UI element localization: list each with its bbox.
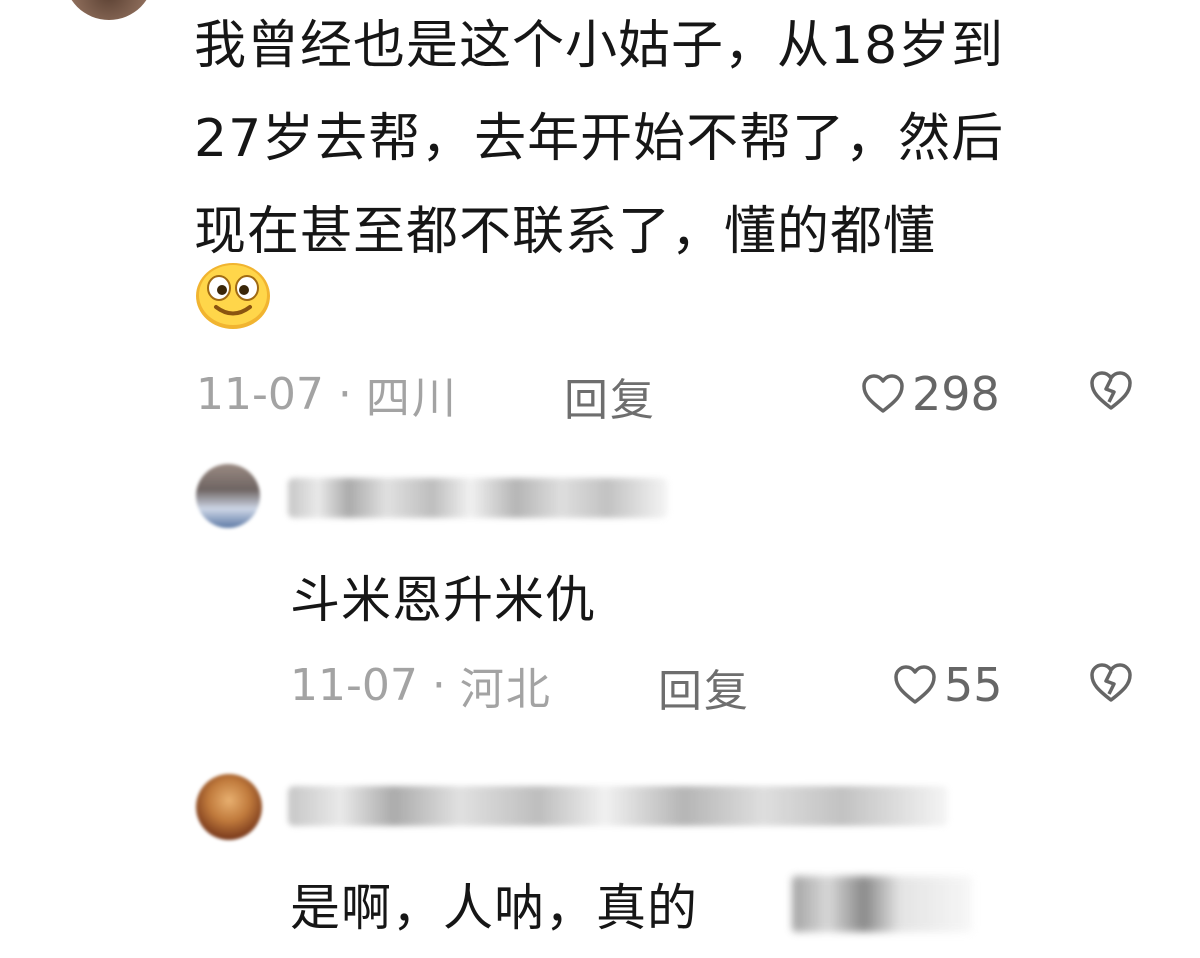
reply-username[interactable] [288, 478, 668, 518]
reply-location: 河北 [459, 664, 552, 715]
reply-button[interactable]: 回复 [564, 364, 656, 428]
dislike-button[interactable] [1088, 662, 1134, 708]
like-button[interactable]: 298 [860, 364, 1000, 424]
reply-meta: 11-07 · 河北 [290, 655, 552, 716]
comment-date: 11-07 [196, 368, 324, 420]
smile-emoji-icon [194, 260, 272, 332]
meta-separator: · [337, 368, 352, 420]
dislike-button[interactable] [1088, 370, 1134, 416]
broken-heart-icon [1090, 663, 1132, 702]
broken-heart-icon [1090, 371, 1132, 410]
like-button[interactable]: 55 [892, 655, 1003, 715]
meta-separator: · [431, 659, 446, 711]
reply-avatar[interactable] [196, 464, 260, 528]
comment-meta: 11-07 · 四川 [196, 364, 458, 425]
reply-button[interactable]: 回复 [658, 655, 750, 719]
reply-username[interactable] [288, 786, 948, 826]
heart-icon [862, 374, 904, 413]
reply-text-blurred [792, 876, 972, 932]
commenter-avatar[interactable] [64, 0, 154, 20]
comment-text: 我曾经也是这个小姑子，从18岁到 27岁去帮，去年开始不帮了，然后 现在甚至都不… [194, 16, 1005, 262]
reply-text: 是啊，人呐，真的 [290, 879, 698, 937]
reply-text: 斗米恩升米仇 [290, 571, 596, 629]
reply-avatar[interactable] [196, 774, 262, 840]
comment-location: 四川 [365, 373, 458, 424]
reply-date: 11-07 [290, 659, 418, 711]
like-count: 55 [944, 658, 1003, 712]
like-count: 298 [912, 367, 1000, 421]
heart-icon [894, 665, 936, 704]
